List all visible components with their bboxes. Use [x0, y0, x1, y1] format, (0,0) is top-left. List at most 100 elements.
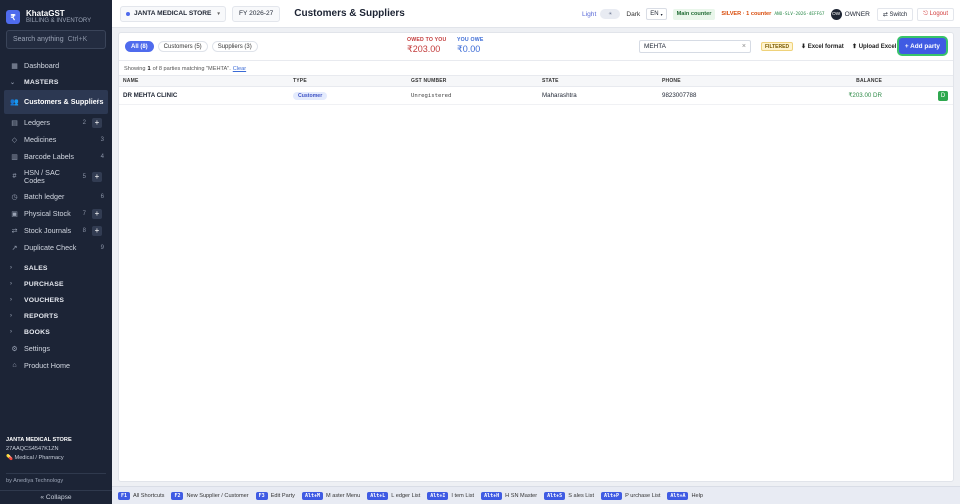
parties-panel: All (8) Customers (5) Suppliers (3) OWED… — [118, 32, 954, 482]
user-role: OWNER — [844, 10, 870, 18]
tab-suppliers[interactable]: Suppliers (3) — [211, 41, 258, 52]
sidebar-item-label: Dashboard — [24, 61, 60, 70]
column-header-gst[interactable]: GST NUMBER — [411, 75, 542, 87]
sidebar-group-vouchers[interactable]: › VOUCHERS — [0, 292, 112, 308]
search-shortcut: Ctrl+K — [67, 36, 88, 43]
add-ledger-button[interactable]: + — [92, 117, 102, 128]
shortcut-number: 2 — [82, 119, 86, 126]
brand-name: KhataGST — [26, 9, 65, 18]
sidebar-group-sales[interactable]: › SALES — [0, 260, 112, 276]
shortcut-key: Alt+P — [601, 491, 623, 500]
sidebar-item-batch-ledger[interactable]: ◷ Batch ledger 6 — [0, 188, 112, 205]
party-name[interactable]: DR MEHTA CLINIC — [119, 86, 293, 105]
shortcut-alt-a[interactable]: Alt+A Help — [667, 491, 703, 500]
sidebar-item-hsn-sac[interactable]: # HSN / SAC Codes + 5 — [0, 165, 112, 188]
chevron-right-icon: › — [10, 313, 13, 319]
sidebar-item-customers-suppliers[interactable]: 👥 Customers & Suppliers 1 — [4, 90, 108, 114]
sidebar-group-books[interactable]: › BOOKS — [0, 324, 112, 340]
party-detail-button[interactable]: D — [938, 90, 948, 101]
sidebar-item-ledgers[interactable]: ▤ Ledgers + 2 — [0, 114, 112, 131]
shortcut-f2[interactable]: F2 New Supplier / Customer — [171, 491, 249, 500]
column-header-name[interactable]: NAME — [119, 75, 293, 87]
sidebar-group-label: VOUCHERS — [24, 296, 65, 304]
shortcut-alt-l[interactable]: Alt+L L edger List — [367, 491, 421, 500]
table-row[interactable]: DR MEHTA CLINIC Customer Unregistered Ma… — [119, 86, 953, 105]
store-selector[interactable]: JANTA MEDICAL STORE ▾ — [120, 5, 226, 22]
grid-icon: ▦ — [11, 62, 18, 70]
rupee-logo-icon: ₹ — [6, 10, 20, 24]
brand[interactable]: ₹ KhataGST BILLING & INVENTORY — [0, 0, 112, 28]
fiscal-year-selector[interactable]: FY 2026-27 — [231, 5, 281, 22]
theme-light-label[interactable]: Light — [582, 11, 596, 18]
sidebar-item-settings[interactable]: ⚙ Settings — [0, 340, 112, 357]
results-prefix: Showing — [124, 66, 146, 72]
store-dot-icon — [126, 11, 130, 16]
party-type-badge: Customer — [293, 92, 328, 100]
shortcut-number: 7 — [82, 210, 86, 217]
sidebar-item-duplicate-check[interactable]: ↗ Duplicate Check 9 — [0, 239, 112, 256]
add-stock-journal-button[interactable]: + — [92, 225, 102, 236]
theme-toggle[interactable]: ☀ — [600, 9, 621, 19]
shortcut-alt-m[interactable]: Alt+M M aster Menu — [301, 491, 360, 500]
results-count: 1 — [147, 66, 151, 72]
avatar[interactable]: OW — [830, 8, 842, 20]
party-state: Maharashtra — [542, 86, 662, 105]
shortcut-label: New Supplier / Customer — [186, 492, 249, 499]
shortcut-number: 5 — [82, 173, 86, 180]
add-hsn-button[interactable]: + — [92, 171, 102, 182]
theme-dark-label[interactable]: Dark — [626, 11, 640, 18]
shortcut-label: L edger List — [391, 492, 421, 499]
sidebar-item-label: Medicines — [24, 135, 57, 144]
search-input[interactable]: Search anything Ctrl+K — [6, 30, 106, 49]
barcode-icon: ▥ — [11, 153, 18, 161]
sidebar-item-physical-stock[interactable]: ▣ Physical Stock + 7 — [0, 205, 112, 222]
column-header-type[interactable]: TYPE — [293, 75, 411, 87]
add-physical-stock-button[interactable]: + — [92, 208, 102, 219]
shortcut-key: F3 — [255, 491, 268, 500]
shortcut-number: 3 — [100, 136, 104, 143]
sidebar-item-stock-journals[interactable]: ⇄ Stock Journals + 8 — [0, 222, 112, 239]
sidebar-group-reports[interactable]: › REPORTS — [0, 308, 112, 324]
collapse-sidebar-button[interactable]: « Collapse — [0, 490, 112, 504]
chevron-right-icon: › — [10, 265, 13, 271]
sidebar-item-label: Batch ledger — [24, 192, 65, 201]
shortcut-alt-h[interactable]: Alt+H H SN Master — [481, 491, 537, 500]
shortcut-alt-i[interactable]: Alt+I I tem List — [427, 491, 474, 500]
upload-excel-button[interactable]: ⬆ Upload Excel — [852, 40, 896, 53]
party-gst: Unregistered — [411, 86, 542, 105]
column-header-state[interactable]: STATE — [542, 75, 662, 87]
shortcut-label: S ales List — [568, 492, 595, 499]
sidebar-group-masters[interactable]: ⌄ MASTERS — [0, 74, 112, 90]
sidebar-group-purchase[interactable]: › PURCHASE — [0, 276, 112, 292]
sidebar-item-product-home[interactable]: ⌂ Product Home — [0, 357, 112, 374]
add-party-button[interactable]: + Add party — [898, 38, 946, 54]
column-header-phone[interactable]: PHONE — [662, 75, 782, 87]
sidebar-item-label: Barcode Labels — [24, 152, 74, 161]
shortcut-alt-p[interactable]: Alt+P P urchase List — [601, 491, 660, 500]
shortcut-f1[interactable]: F1 All Shortcuts — [118, 491, 164, 500]
logout-button[interactable]: ⎋ Logout — [917, 7, 954, 21]
sidebar-item-medicines[interactable]: ◇ Medicines 3 — [0, 131, 112, 148]
sidebar-item-barcode-labels[interactable]: ▥ Barcode Labels 4 — [0, 148, 112, 165]
clear-filter-link[interactable]: Clear — [233, 66, 246, 72]
shortcut-number: 8 — [82, 227, 86, 234]
tab-all[interactable]: All (8) — [125, 41, 154, 52]
sidebar-group-label: REPORTS — [24, 312, 59, 320]
org-name: JANTA MEDICAL STORE — [6, 437, 72, 443]
excel-format-button[interactable]: ⬇ Excel format — [801, 40, 844, 53]
party-phone: 9823007788 — [662, 86, 782, 105]
clear-filter-icon[interactable]: × — [742, 43, 746, 50]
shortcut-f3[interactable]: F3 Edit Party — [255, 491, 295, 500]
page-title: Customers & Suppliers — [294, 8, 405, 19]
tab-customers[interactable]: Customers (5) — [157, 41, 208, 52]
parties-table: NAME TYPE GST NUMBER STATE PHONE BALANCE… — [119, 75, 953, 105]
language-select[interactable]: EN ▾ — [646, 8, 667, 20]
shortcut-alt-s[interactable]: Alt+S S ales List — [544, 491, 595, 500]
shortcut-key: Alt+M — [301, 491, 323, 500]
counter-badge: Main counter — [672, 8, 716, 20]
sidebar-item-dashboard[interactable]: ▦ Dashboard — [0, 57, 112, 74]
switch-button[interactable]: ⇄ Switch — [876, 7, 914, 21]
party-filter-input[interactable]: MEHTA × — [639, 40, 751, 53]
chevron-right-icon: › — [10, 281, 13, 287]
column-header-balance[interactable]: BALANCE — [782, 75, 882, 87]
